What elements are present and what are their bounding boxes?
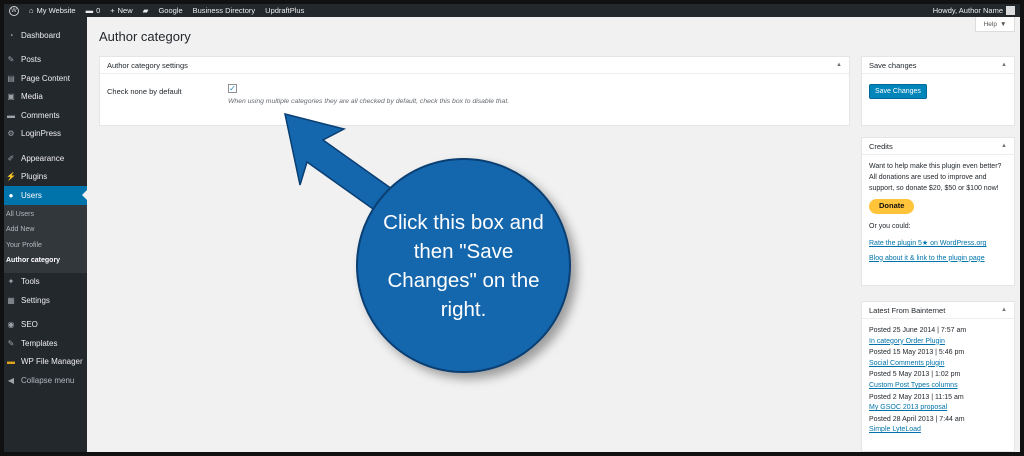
screenshot-frame: W ⌂ My Website ▬ 0 + New ▰ Google Busine… — [4, 4, 1020, 452]
callout-bubble: Click this box and then "Save Changes" o… — [356, 158, 571, 373]
callout-text: Click this box and then "Save Changes" o… — [383, 210, 544, 321]
